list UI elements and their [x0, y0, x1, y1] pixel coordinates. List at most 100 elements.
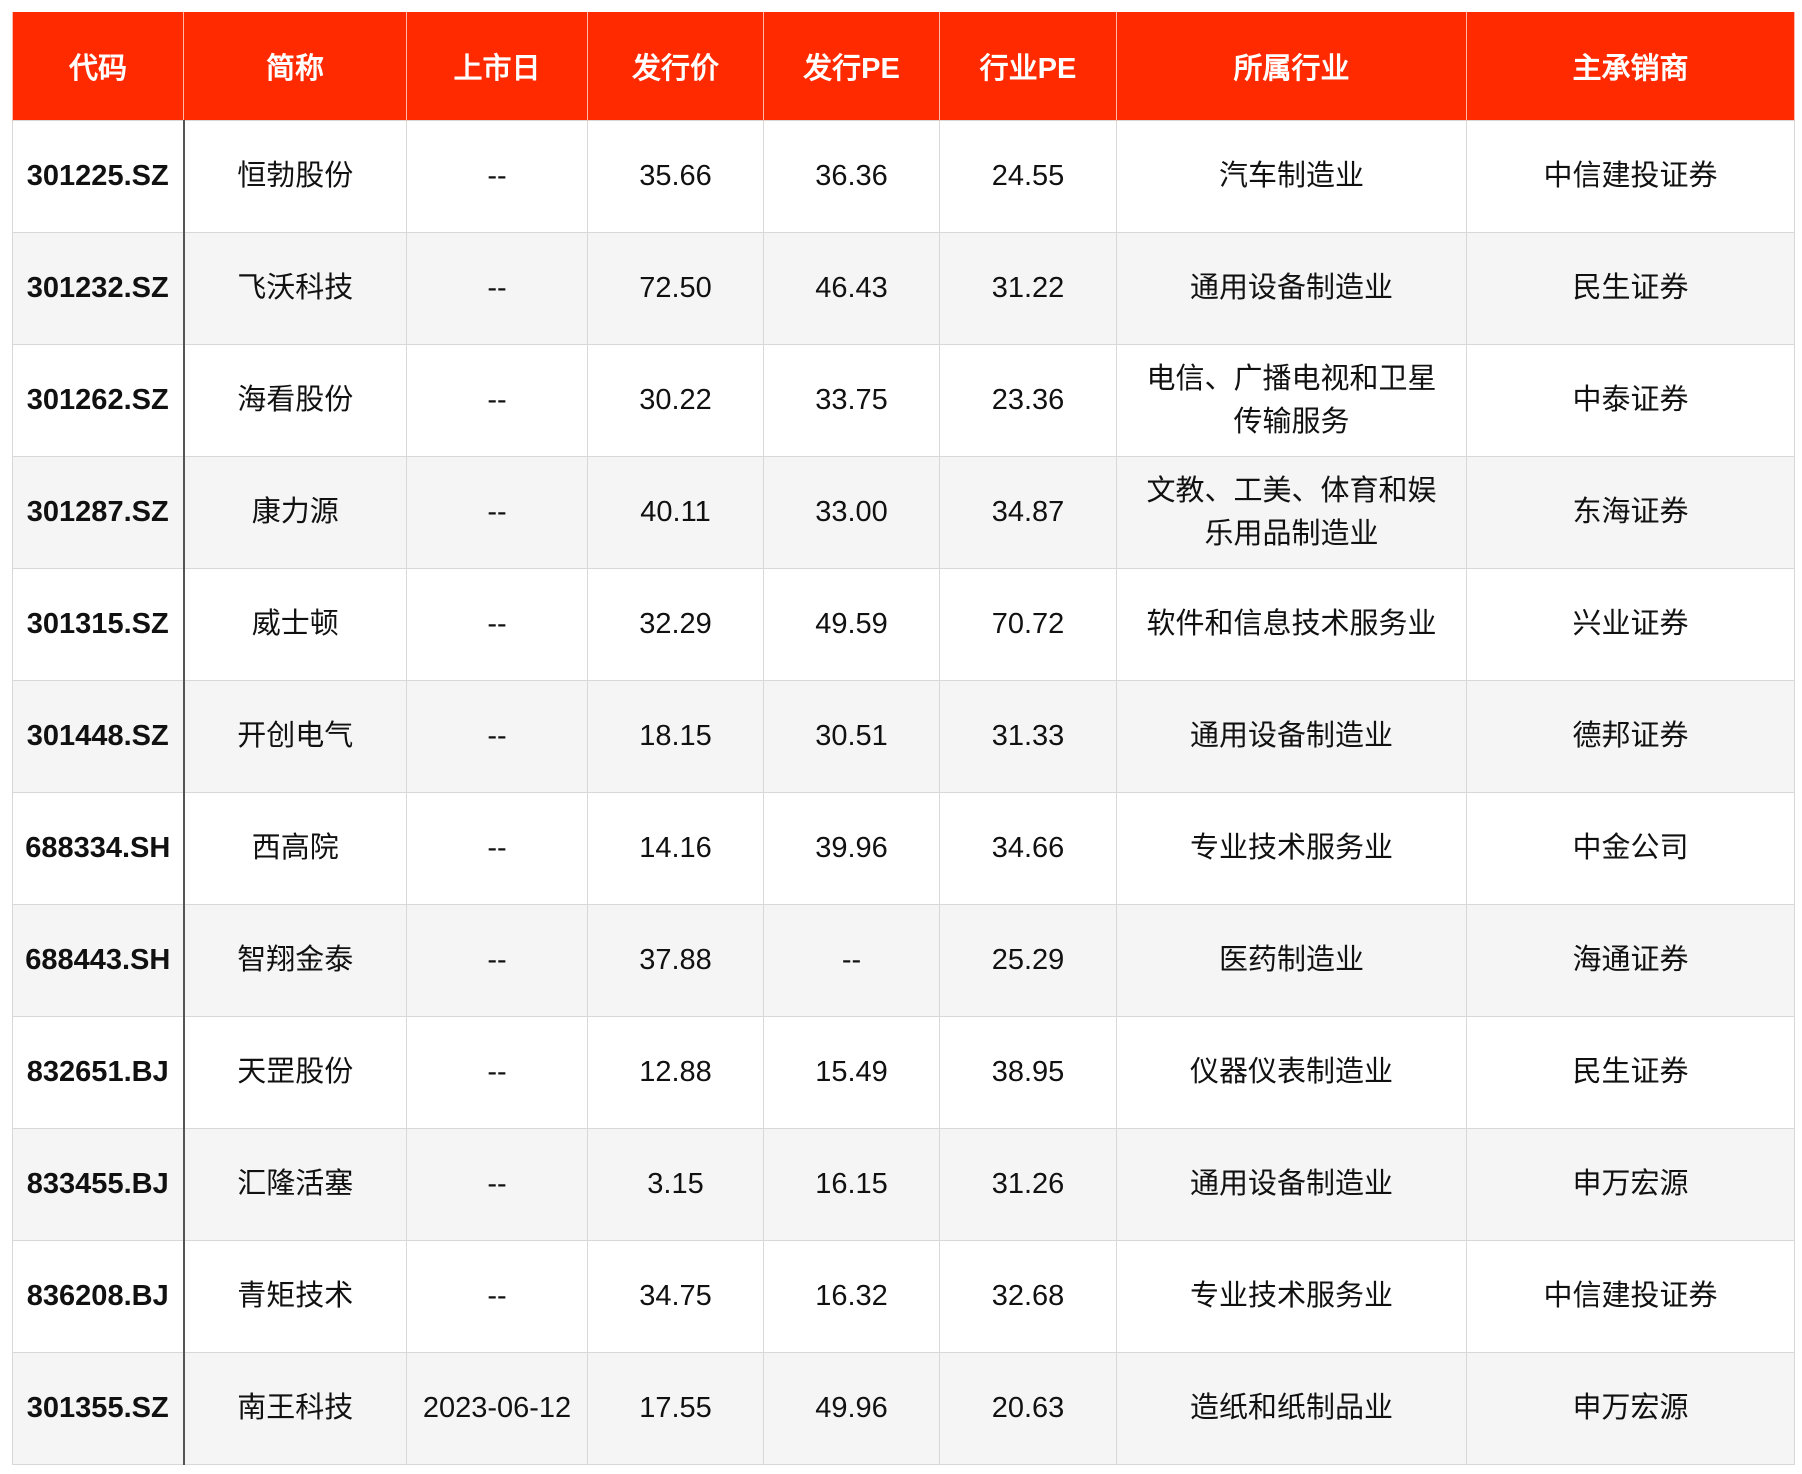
header-underwriter: 主承销商 — [1466, 12, 1795, 121]
cell-industry-pe: 38.95 — [939, 1016, 1117, 1129]
cell-list-date: -- — [406, 904, 588, 1017]
table-row: 301262.SZ 海看股份 -- 30.22 33.75 23.36 电信、广播电视和卫星… — [12, 344, 1795, 457]
cell-underwriter: 德邦证券 — [1466, 680, 1795, 793]
cell-industry-pe: 70.72 — [939, 568, 1117, 681]
cell-underwriter: 兴业证券 — [1466, 568, 1795, 681]
header-issue-pe: 发行PE — [763, 12, 940, 121]
header-issue-price: 发行价 — [587, 12, 764, 121]
cell-name: 西高院 — [183, 792, 407, 905]
cell-code: 833455.BJ — [12, 1128, 185, 1241]
cell-list-date: 2023-06-12 — [406, 1352, 588, 1465]
table-row: 688443.SH 智翔金泰 -- 37.88 -- 25.29 医药制造业 海通证券 — [12, 904, 1795, 1017]
cell-issue-pe: 30.51 — [763, 680, 940, 793]
cell-industry: 通用设备制造业 — [1116, 232, 1467, 345]
cell-code: 301262.SZ — [12, 344, 185, 457]
cell-list-date: -- — [406, 120, 588, 233]
table-row: 301225.SZ 恒勃股份 -- 35.66 36.36 24.55 汽车制造业 中信建投证… — [12, 120, 1795, 233]
cell-list-date: -- — [406, 456, 588, 569]
cell-issue-pe: 36.36 — [763, 120, 940, 233]
cell-industry-pe: 31.33 — [939, 680, 1117, 793]
table-row: 833455.BJ 汇隆活塞 -- 3.15 16.15 31.26 通用设备制造业 申万宏源 — [12, 1128, 1795, 1241]
cell-name: 青矩技术 — [183, 1240, 407, 1353]
cell-code: 301448.SZ — [12, 680, 185, 793]
cell-name: 汇隆活塞 — [183, 1128, 407, 1241]
table-row: 688334.SH 西高院 -- 14.16 39.96 34.66 专业技术服务业 中金公司 — [12, 792, 1795, 905]
cell-list-date: -- — [406, 792, 588, 905]
cell-industry: 通用设备制造业 — [1116, 1128, 1467, 1241]
cell-name: 海看股份 — [183, 344, 407, 457]
cell-name: 天罡股份 — [183, 1016, 407, 1129]
cell-issue-pe: 49.96 — [763, 1352, 940, 1465]
table-row: 301287.SZ 康力源 -- 40.11 33.00 34.87 文教、工美、体育和娱乐… — [12, 456, 1795, 569]
cell-underwriter: 中信建投证券 — [1466, 120, 1795, 233]
cell-issue-pe: 16.15 — [763, 1128, 940, 1241]
cell-code: 301315.SZ — [12, 568, 185, 681]
header-code: 代码 — [12, 12, 184, 121]
cell-name: 智翔金泰 — [183, 904, 407, 1017]
cell-list-date: -- — [406, 568, 588, 681]
cell-list-date: -- — [406, 344, 588, 457]
cell-underwriter: 民生证券 — [1466, 232, 1795, 345]
cell-industry-pe: 23.36 — [939, 344, 1117, 457]
cell-issue-price: 35.66 — [587, 120, 764, 233]
header-industry-pe: 行业PE — [939, 12, 1117, 121]
cell-code: 301287.SZ — [12, 456, 185, 569]
table-body: 301225.SZ 恒勃股份 -- 35.66 36.36 24.55 汽车制造业 中信建投证… — [12, 120, 1795, 1465]
cell-issue-price: 30.22 — [587, 344, 764, 457]
cell-code: 688443.SH — [12, 904, 185, 1017]
header-name: 简称 — [183, 12, 407, 121]
ipo-table-container: 代码 简称 上市日 发行价 发行PE 行业PE 所属行业 主承销商 301225… — [12, 12, 1795, 1465]
cell-underwriter: 中金公司 — [1466, 792, 1795, 905]
cell-issue-pe: 49.59 — [763, 568, 940, 681]
cell-industry: 软件和信息技术服务业 — [1116, 568, 1467, 681]
cell-issue-pe: 15.49 — [763, 1016, 940, 1129]
table-row: 301232.SZ 飞沃科技 -- 72.50 46.43 31.22 通用设备制造业 民生证… — [12, 232, 1795, 345]
cell-issue-pe: 16.32 — [763, 1240, 940, 1353]
table-row: 301315.SZ 威士顿 -- 32.29 49.59 70.72 软件和信息技术服务业兴… — [12, 568, 1795, 681]
cell-issue-price: 18.15 — [587, 680, 764, 793]
cell-name: 开创电气 — [183, 680, 407, 793]
table-row: 301355.SZ 南王科技 2023-06-12 17.55 49.96 20.63 造纸… — [12, 1352, 1795, 1465]
cell-list-date: -- — [406, 680, 588, 793]
table-row: 836208.BJ 青矩技术 -- 34.75 16.32 32.68 专业技术服务业 中信建… — [12, 1240, 1795, 1353]
cell-industry: 电信、广播电视和卫星传输服务 — [1116, 344, 1467, 457]
cell-industry-pe: 32.68 — [939, 1240, 1117, 1353]
cell-list-date: -- — [406, 1128, 588, 1241]
cell-underwriter: 海通证券 — [1466, 904, 1795, 1017]
cell-industry-pe: 34.66 — [939, 792, 1117, 905]
cell-issue-pe: 46.43 — [763, 232, 940, 345]
table-header-row: 代码 简称 上市日 发行价 发行PE 行业PE 所属行业 主承销商 — [12, 12, 1795, 121]
cell-code: 832651.BJ — [12, 1016, 185, 1129]
cell-industry-pe: 31.26 — [939, 1128, 1117, 1241]
cell-underwriter: 申万宏源 — [1466, 1352, 1795, 1465]
cell-issue-price: 34.75 — [587, 1240, 764, 1353]
cell-code: 301355.SZ — [12, 1352, 185, 1465]
cell-issue-price: 37.88 — [587, 904, 764, 1017]
cell-underwriter: 中信建投证券 — [1466, 1240, 1795, 1353]
cell-industry-pe: 24.55 — [939, 120, 1117, 233]
table-row: 301448.SZ 开创电气 -- 18.15 30.51 31.33 通用设备制造业 德邦证… — [12, 680, 1795, 793]
cell-list-date: -- — [406, 1016, 588, 1129]
cell-issue-pe: 33.75 — [763, 344, 940, 457]
cell-code: 836208.BJ — [12, 1240, 185, 1353]
header-industry: 所属行业 — [1116, 12, 1467, 121]
cell-industry: 仪器仪表制造业 — [1116, 1016, 1467, 1129]
cell-code: 301225.SZ — [12, 120, 185, 233]
cell-name: 飞沃科技 — [183, 232, 407, 345]
cell-issue-pe: 33.00 — [763, 456, 940, 569]
cell-industry-pe: 31.22 — [939, 232, 1117, 345]
cell-code: 301232.SZ — [12, 232, 185, 345]
cell-underwriter: 民生证券 — [1466, 1016, 1795, 1129]
cell-issue-price: 32.29 — [587, 568, 764, 681]
cell-list-date: -- — [406, 232, 588, 345]
cell-underwriter: 申万宏源 — [1466, 1128, 1795, 1241]
cell-code: 688334.SH — [12, 792, 185, 905]
cell-underwriter: 中泰证券 — [1466, 344, 1795, 457]
cell-issue-pe: -- — [763, 904, 940, 1017]
cell-name: 恒勃股份 — [183, 120, 407, 233]
cell-industry: 医药制造业 — [1116, 904, 1467, 1017]
cell-industry-pe: 34.87 — [939, 456, 1117, 569]
cell-issue-pe: 39.96 — [763, 792, 940, 905]
cell-issue-price: 17.55 — [587, 1352, 764, 1465]
cell-industry: 汽车制造业 — [1116, 120, 1467, 233]
